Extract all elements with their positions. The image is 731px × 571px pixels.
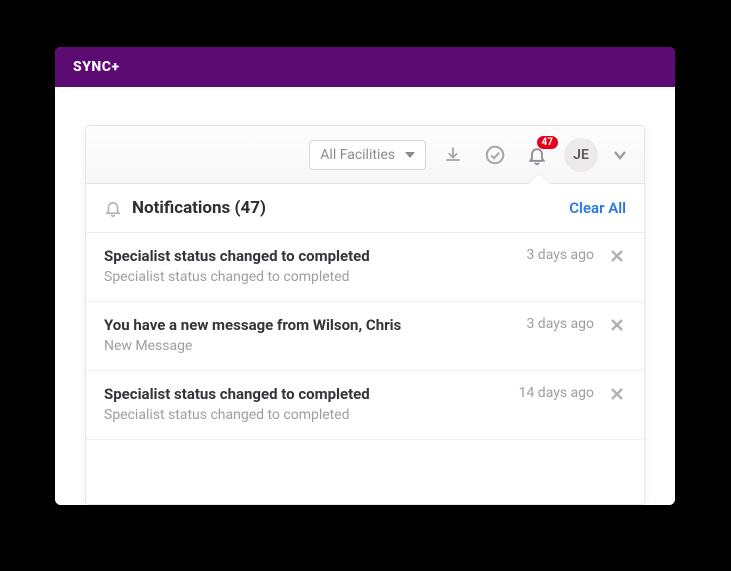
download-icon [443,145,463,165]
notifications-titlebar: Notifications (47) Clear All [86,184,644,233]
close-icon [611,250,623,262]
dismiss-button[interactable] [608,316,626,334]
download-button[interactable] [438,140,468,170]
notification-subtitle: Specialist status changed to completed [104,269,512,285]
avatar[interactable]: JE [564,138,598,172]
close-icon [611,319,623,331]
notifications-panel: All Facilities 47 JE [85,125,645,505]
notification-subtitle: Specialist status changed to completed [104,407,505,423]
bell-outline-icon [104,198,122,218]
notification-subtitle: New Message [104,338,512,354]
notification-item[interactable]: You have a new message from Wilson, Chri… [86,302,644,371]
notification-title: Specialist status changed to completed [104,247,512,265]
brand-text: SYNC+ [73,59,120,75]
facility-dropdown[interactable]: All Facilities [309,140,426,170]
clear-all-button[interactable]: Clear All [569,199,626,217]
notifications-badge: 47 [537,136,558,149]
notification-time: 3 days ago [526,247,594,263]
approve-button[interactable] [480,140,510,170]
brand-bar: SYNC+ [55,47,675,87]
notification-item[interactable]: Specialist status changed to completed S… [86,371,644,440]
avatar-initials: JE [573,147,589,163]
notifications-list: Specialist status changed to completed S… [86,233,644,504]
notification-item[interactable]: Specialist status changed to completed S… [86,233,644,302]
notifications-button[interactable]: 47 [522,140,552,170]
notifications-title: Notifications (47) [132,198,266,218]
caret-down-icon [405,152,415,158]
notification-title: You have a new message from Wilson, Chri… [104,316,512,334]
panel-header: All Facilities 47 JE [86,126,644,184]
dismiss-button[interactable] [608,385,626,403]
close-icon [611,388,623,400]
check-circle-icon [484,144,506,166]
notification-time: 3 days ago [526,316,594,332]
app-card: SYNC+ All Facilities 47 JE [55,47,675,505]
notifications-title-left: Notifications (47) [104,198,266,218]
notification-title: Specialist status changed to completed [104,385,505,403]
avatar-menu-toggle[interactable] [610,150,630,160]
pointer-caret [528,173,550,184]
dismiss-button[interactable] [608,247,626,265]
chevron-down-icon [613,150,627,160]
content-area: All Facilities 47 JE [55,87,675,505]
facility-dropdown-label: All Facilities [320,147,395,163]
notification-time: 14 days ago [519,385,594,401]
